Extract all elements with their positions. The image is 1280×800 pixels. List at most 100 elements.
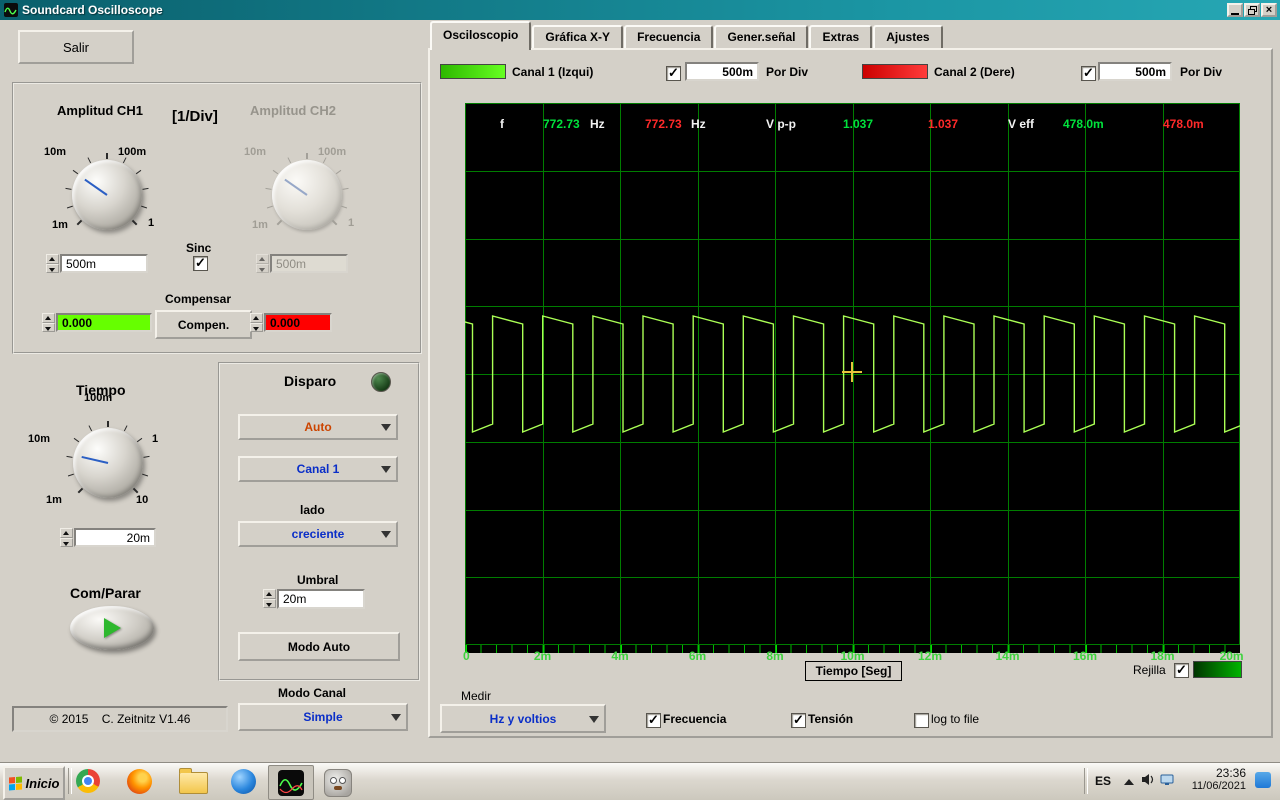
spinner-down-icon[interactable] [42,322,55,332]
tab-gr-fica-x-y[interactable]: Gráfica X-Y [532,25,624,48]
taskbar-separator [68,768,72,794]
scope-display: f 772.73 Hz 772.73 Hz V p-p 1.037 1.037 … [441,103,1280,645]
ch1-perdiv-field[interactable]: 500m [685,62,759,81]
ch2-perdiv-label: Por Div [1180,65,1223,79]
spinner-up-icon[interactable] [263,589,276,599]
time-knob[interactable] [66,421,150,498]
amplitude-ch1-spinner[interactable] [46,254,59,273]
amplitude-ch1-field[interactable]: 500m [60,254,148,273]
knob-tick-label: 10m [44,146,67,158]
network-icon[interactable] [1160,774,1174,786]
spinner-down-icon[interactable] [60,537,73,547]
tab-gener-se-al[interactable]: Gener.señal [714,25,809,48]
compen-button[interactable]: Compen. [155,310,252,339]
x-tick-label: 16m [1072,649,1098,663]
log-to-file-checkbox[interactable] [914,713,929,728]
offset-ch1-spinner[interactable] [42,313,55,332]
modo-auto-button[interactable]: Modo Auto [238,632,400,661]
umbral-spinner[interactable] [263,589,276,608]
time-spinner[interactable] [60,528,73,547]
compensar-label: Compensar [165,292,232,306]
firefox-icon[interactable] [127,769,152,794]
close-icon: × [1265,4,1273,16]
umbral-field[interactable]: 20m [277,589,365,609]
spinner-up-icon[interactable] [256,254,269,264]
offset-ch1-field[interactable]: 0.000 [56,313,152,332]
modo-canal-dropdown[interactable]: Simple [238,703,408,731]
copyright-label: © 2015 C. Zeitnitz V1.46 [12,706,228,732]
window-title: Soundcard Oscilloscope [22,3,163,17]
trigger-edge-dropdown[interactable]: creciente [238,521,398,547]
tension-checkbox[interactable] [791,712,806,728]
volume-icon[interactable] [1141,773,1156,786]
tab-strip: Osciloscopio Gráfica X-Y Frecuencia Gener.s… [430,21,944,50]
amplitude-ch1-knob[interactable] [65,153,149,230]
trigger-led [371,372,391,392]
offset-ch2-spinner[interactable] [250,313,263,332]
restore-button[interactable] [1244,3,1260,17]
trigger-mode-dropdown[interactable]: Auto [238,414,398,440]
clock-date: 11/06/2021 [1191,780,1246,792]
trigger-source-dropdown[interactable]: Canal 1 [238,456,398,482]
spinner-up-icon[interactable] [46,254,59,264]
medir-mode-dropdown[interactable]: Hz y voltios [440,704,606,733]
spinner-down-icon[interactable] [256,263,269,273]
play-icon [103,618,121,638]
rejilla-color-swatch [1193,661,1242,678]
amplitude-ch2-knob[interactable] [265,153,349,230]
ch2-legend-label: Canal 2 (Dere) [934,65,1015,79]
amplitud-ch1-title: Amplitud CH1 [57,103,143,118]
amplitude-ch1-value: 500m [66,256,97,271]
sinc-checkbox[interactable] [193,255,208,271]
spinner-down-icon[interactable] [263,598,276,608]
oscilloscope-app-button[interactable] [268,765,314,800]
offset-ch1-value: 0.000 [62,315,93,330]
spinner-down-icon[interactable] [46,263,59,273]
x-tick-label: 18m [1150,649,1175,663]
spinner-up-icon[interactable] [60,528,73,538]
amplitude-ch2-spinner[interactable] [256,254,269,273]
knob-tick-label: 1 [148,217,155,229]
knob-tick-label: 1 [348,217,355,229]
tab-extras[interactable]: Extras [809,25,873,48]
readout-vpp-ch2: 1.037 [928,117,959,131]
time-field[interactable]: 20m [74,528,156,547]
medir-label: Medir [461,689,492,703]
clock[interactable]: 23:36 11/06/2021 [1178,766,1246,792]
cursor-crosshair[interactable] [851,362,853,382]
tab-frecuencia[interactable]: Frecuencia [624,25,714,48]
ch2-perdiv-field[interactable]: 500m [1098,62,1172,81]
gimp-brush [334,786,342,790]
rejilla-checkbox[interactable] [1174,662,1189,678]
browser-icon[interactable] [231,769,256,794]
chrome-icon[interactable] [76,769,100,793]
tab-ajustes[interactable]: Ajustes [873,25,943,48]
start-button[interactable]: Inicio [3,766,65,800]
offset-ch2-field[interactable]: 0.000 [264,313,332,332]
spinner-up-icon[interactable] [250,313,263,323]
log-to-file-label: log to file [931,712,980,726]
ch1-enable-checkbox[interactable] [666,65,681,81]
ch1-perdiv-value: 500m [722,64,753,79]
tab-osciloscopio[interactable]: Osciloscopio [430,21,532,50]
ch2-enable-checkbox[interactable] [1081,65,1096,81]
knob-tick-label: 10m [28,433,51,445]
spinner-down-icon[interactable] [250,322,263,332]
readout-veff-label: V eff [1008,117,1035,131]
tray-expand-icon[interactable] [1124,779,1134,785]
gimp-icon[interactable] [324,769,352,797]
readout-f-unit: Hz [691,117,706,131]
knob-tick-label: 100m [84,392,113,404]
language-indicator[interactable]: ES [1095,774,1111,788]
folder-icon[interactable] [179,768,208,794]
run-stop-button[interactable] [70,606,154,650]
spinner-up-icon[interactable] [42,313,55,323]
knob-tick-label: 1m [252,219,268,231]
knob-tick-label: 10m [244,146,267,158]
salir-button[interactable]: Salir [18,30,134,64]
frecuencia-checkbox[interactable] [646,712,661,728]
minimize-button[interactable] [1227,3,1243,17]
notification-icon[interactable] [1255,772,1271,788]
gimp-eye [330,777,337,784]
close-button[interactable]: × [1261,3,1277,17]
